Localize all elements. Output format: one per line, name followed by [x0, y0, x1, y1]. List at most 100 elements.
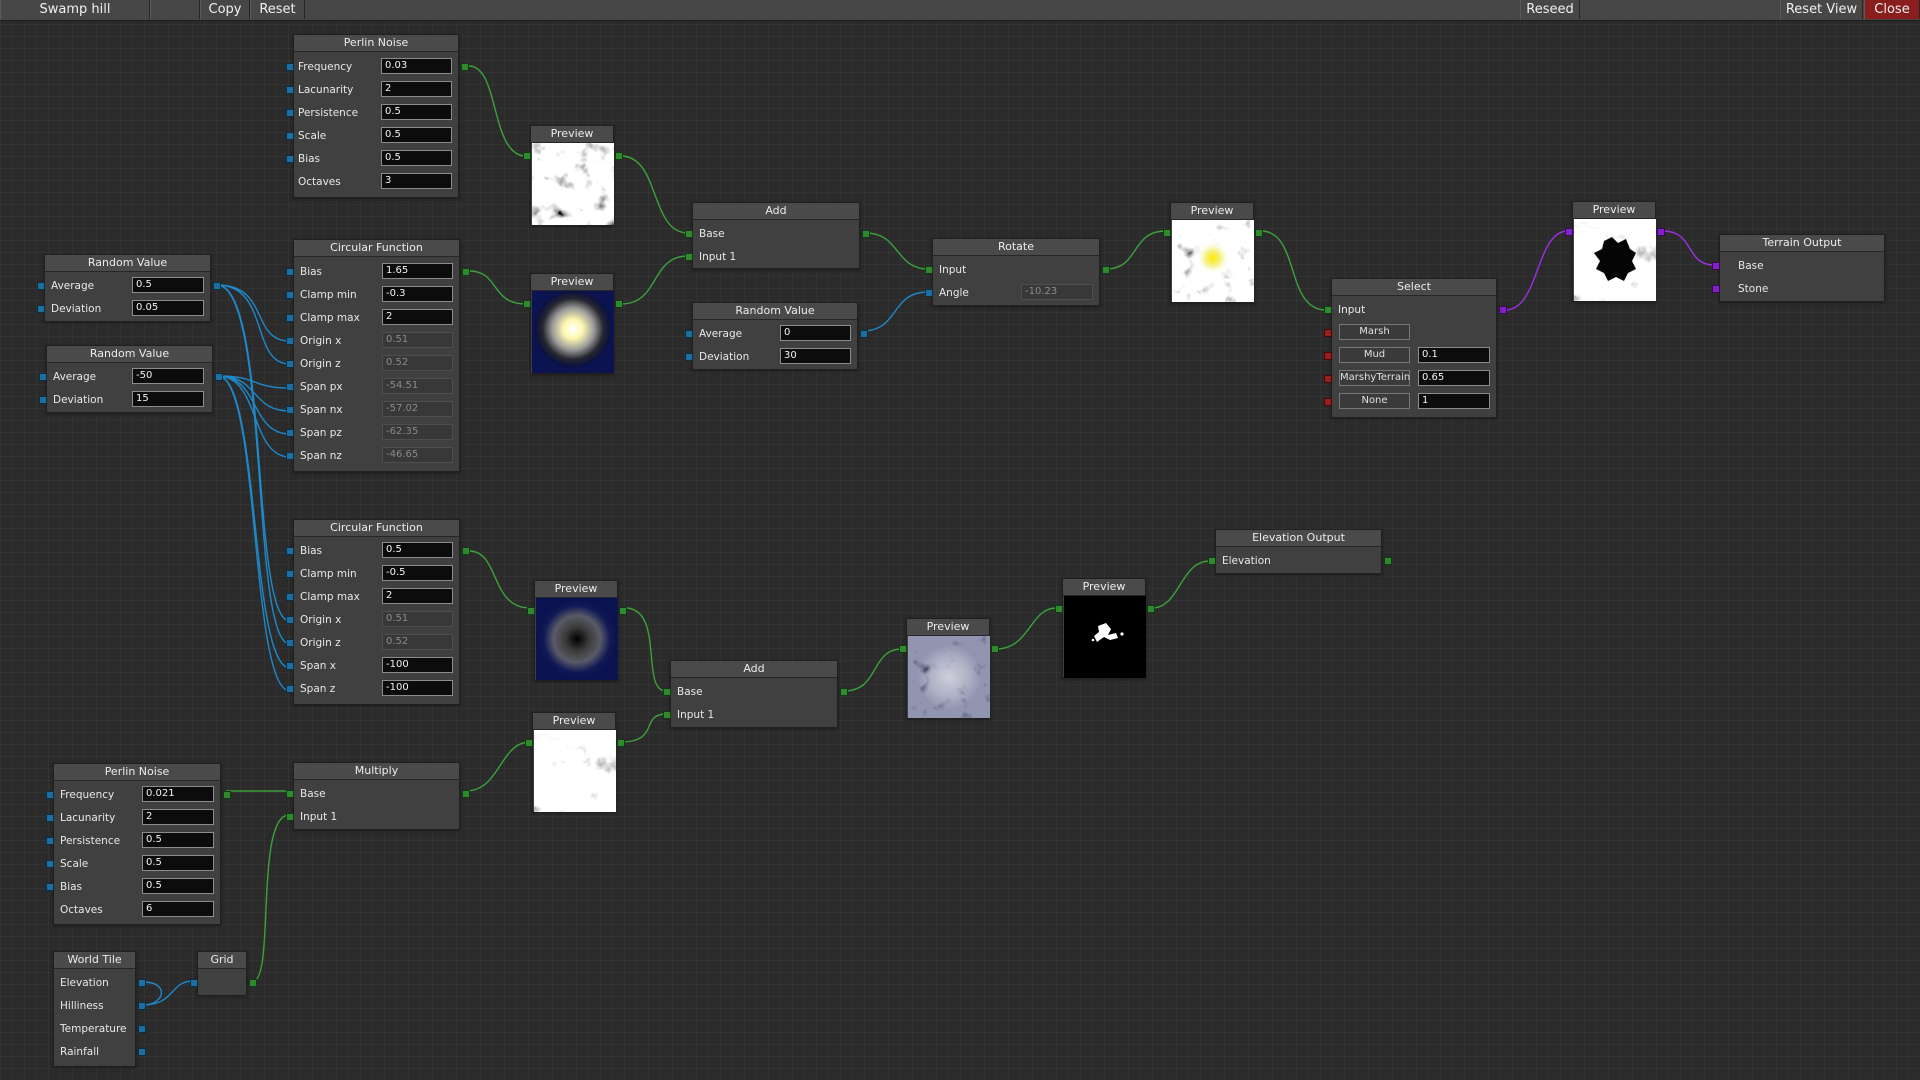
output-pin[interactable] — [615, 300, 623, 308]
input-pin[interactable] — [685, 230, 693, 238]
output-pin[interactable] — [991, 645, 999, 653]
frequency-field[interactable]: 0.03 — [381, 58, 452, 74]
lacunarity-field[interactable]: 2 — [381, 81, 452, 97]
deviation-field[interactable]: 15 — [132, 391, 204, 407]
input-pin[interactable] — [685, 253, 693, 261]
input-pin[interactable] — [523, 300, 531, 308]
input-pin[interactable] — [527, 607, 535, 615]
input-pin[interactable] — [37, 282, 45, 290]
deviation-field[interactable]: 0.05 — [132, 300, 204, 316]
output-pin[interactable] — [215, 373, 223, 381]
input-pin[interactable] — [37, 305, 45, 313]
input-pin[interactable] — [925, 289, 933, 297]
output-pin[interactable] — [462, 790, 470, 798]
input-pin[interactable] — [1055, 605, 1063, 613]
input-pin[interactable] — [286, 547, 294, 555]
add-node[interactable]: Add Base Input 1 — [663, 660, 848, 728]
output-pin[interactable] — [223, 791, 231, 799]
input-pin[interactable] — [1324, 375, 1332, 383]
marshy-terrain-button[interactable]: MarshyTerrain — [1339, 370, 1410, 386]
random-value-node[interactable]: Random Value Average 0.5 Deviation 0.05 — [37, 254, 221, 322]
bias-field[interactable]: 0.5 — [381, 150, 452, 166]
input-pin[interactable] — [286, 63, 294, 71]
average-field[interactable]: 0.5 — [132, 277, 204, 293]
output-pin[interactable] — [615, 152, 623, 160]
preview-node[interactable]: Preview — [523, 273, 623, 374]
output-pin[interactable] — [1102, 266, 1110, 274]
grid-node[interactable]: Grid — [190, 951, 257, 996]
preview-node[interactable]: Preview — [1565, 201, 1665, 302]
output-pin[interactable] — [213, 282, 221, 290]
lacunarity-field[interactable]: 2 — [142, 809, 214, 825]
preview-node[interactable]: Preview — [523, 125, 623, 226]
output-pin[interactable] — [860, 330, 868, 338]
input-pin[interactable] — [685, 353, 693, 361]
input-pin[interactable] — [286, 452, 294, 460]
bias-field[interactable]: 1.65 — [382, 263, 453, 279]
input-pin[interactable] — [286, 790, 294, 798]
input-pin[interactable] — [1565, 228, 1573, 236]
reset-button[interactable]: Reset — [250, 0, 305, 19]
preview-node[interactable]: Preview — [899, 618, 999, 719]
marsh-terrain-button[interactable]: Marsh — [1339, 324, 1410, 340]
input-pin[interactable] — [1712, 285, 1720, 293]
average-field[interactable]: -50 — [132, 368, 204, 384]
input-pin[interactable] — [286, 616, 294, 624]
output-pin[interactable] — [462, 268, 470, 276]
input-pin[interactable] — [1324, 306, 1332, 314]
input-pin[interactable] — [286, 291, 294, 299]
output-pin[interactable] — [138, 1025, 146, 1033]
bias-field[interactable]: 0.5 — [142, 878, 214, 894]
input-pin[interactable] — [925, 266, 933, 274]
rotate-node[interactable]: Rotate Input Angle -10.23 — [925, 238, 1110, 306]
input-pin[interactable] — [1163, 229, 1171, 237]
input-pin[interactable] — [286, 86, 294, 94]
perlin-noise-node[interactable]: Perlin Noise Frequency 0.021 Lacunarity 2 … — [46, 763, 231, 925]
select-node[interactable]: Select Input Marsh Mud 0.1 MarshyTerrain 0… — [1324, 278, 1507, 418]
graph-title[interactable]: Swamp hill — [0, 0, 150, 19]
output-pin[interactable] — [619, 607, 627, 615]
input-pin[interactable] — [286, 314, 294, 322]
add-node[interactable]: Add Base Input 1 — [685, 202, 870, 269]
octaves-field[interactable]: 3 — [381, 173, 452, 189]
clamp-max-field[interactable]: 2 — [382, 309, 453, 325]
reseed-button[interactable]: Reseed — [1520, 0, 1580, 19]
input-pin[interactable] — [286, 662, 294, 670]
output-pin[interactable] — [1384, 557, 1392, 565]
clamp-max-field[interactable]: 2 — [382, 588, 453, 604]
input-pin[interactable] — [1712, 262, 1720, 270]
output-pin[interactable] — [840, 688, 848, 696]
none-threshold-field[interactable]: 1 — [1418, 393, 1490, 409]
persistence-field[interactable]: 0.5 — [142, 832, 214, 848]
input-pin[interactable] — [286, 109, 294, 117]
output-pin[interactable] — [249, 979, 257, 987]
close-button[interactable]: Close — [1864, 0, 1920, 19]
input-pin[interactable] — [899, 645, 907, 653]
input-pin[interactable] — [286, 132, 294, 140]
multiply-node[interactable]: Multiply Base Input 1 — [286, 762, 470, 830]
input-pin[interactable] — [286, 685, 294, 693]
random-value-node[interactable]: Random Value Average 0 Deviation 30 — [685, 302, 868, 370]
input-pin[interactable] — [39, 396, 47, 404]
input-pin[interactable] — [663, 711, 671, 719]
output-pin[interactable] — [1255, 229, 1263, 237]
input-pin[interactable] — [286, 406, 294, 414]
elevation-output-node[interactable]: Elevation Output Elevation — [1208, 529, 1392, 574]
input-pin[interactable] — [286, 813, 294, 821]
output-pin[interactable] — [1147, 605, 1155, 613]
clamp-min-field[interactable]: -0.3 — [382, 286, 453, 302]
input-pin[interactable] — [46, 883, 54, 891]
scale-field[interactable]: 0.5 — [381, 127, 452, 143]
bias-field[interactable]: 0.5 — [382, 542, 453, 558]
preview-node[interactable]: Preview — [1055, 578, 1155, 678]
input-pin[interactable] — [1208, 557, 1216, 565]
input-pin[interactable] — [525, 739, 533, 747]
input-pin[interactable] — [286, 268, 294, 276]
input-pin[interactable] — [286, 639, 294, 647]
input-pin[interactable] — [1324, 398, 1332, 406]
mud-threshold-field[interactable]: 0.1 — [1418, 347, 1490, 363]
input-pin[interactable] — [46, 837, 54, 845]
input-pin[interactable] — [523, 152, 531, 160]
input-pin[interactable] — [685, 330, 693, 338]
output-pin[interactable] — [862, 230, 870, 238]
